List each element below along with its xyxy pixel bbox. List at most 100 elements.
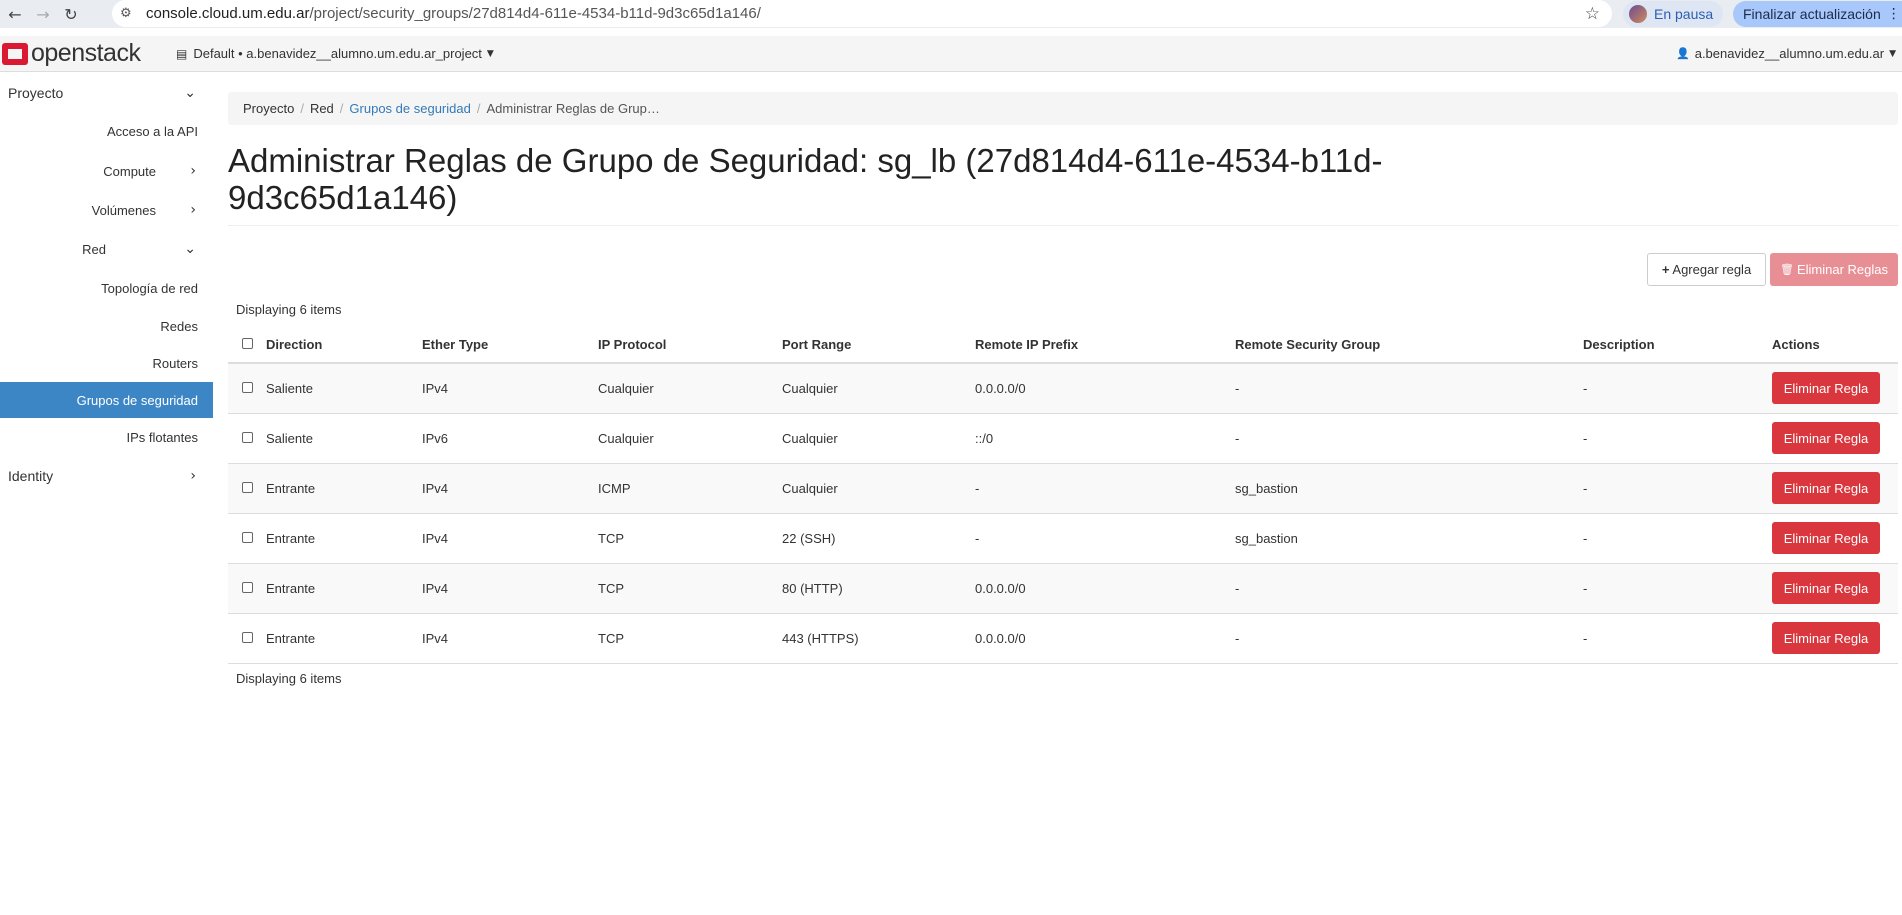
reload-icon[interactable]: ↻ [58, 1, 84, 27]
plus-icon: + [1661, 262, 1670, 277]
cell-remote-ip-prefix: 0.0.0.0/0 [975, 612, 1235, 664]
cell-description: - [1583, 412, 1772, 463]
table-row: Saliente IPv4 Cualquier Cualquier 0.0.0.0/0-… [228, 362, 1898, 413]
cell-ether-type: IPv4 [422, 462, 598, 513]
sidebar-item-volumenes[interactable]: Volúmenes › [0, 190, 213, 230]
project-selector[interactable]: ▤ Default • a.benavidez__alumno.um.edu.a… [176, 46, 494, 61]
add-rule-button[interactable]: + Agregar regla [1647, 253, 1766, 286]
col-ip-protocol[interactable]: IP Protocol [598, 327, 782, 364]
cell-direction: Saliente [266, 362, 422, 413]
cell-remote-ip-prefix: - [975, 462, 1235, 513]
cell-ether-type: IPv4 [422, 512, 598, 563]
url-text[interactable]: console.cloud.um.edu.ar/project/security… [146, 5, 761, 22]
row-checkbox[interactable] [242, 481, 253, 493]
cell-description: - [1583, 512, 1772, 563]
cell-ether-type: IPv4 [422, 612, 598, 664]
openstack-logo-icon [2, 42, 28, 65]
sidebar-item-topologia[interactable]: Topología de red [0, 268, 213, 308]
cell-description: - [1583, 462, 1772, 513]
row-checkbox[interactable] [242, 531, 253, 543]
chevron-down-icon: ⌄ [184, 85, 196, 101]
row-checkbox[interactable] [242, 631, 253, 643]
cell-port-range: Cualquier [782, 362, 975, 413]
delete-rule-button[interactable]: Eliminar Regla [1772, 422, 1880, 454]
cell-port-range: 22 (SSH) [782, 512, 975, 563]
cell-description: - [1583, 362, 1772, 413]
col-remote-ip-prefix[interactable]: Remote IP Prefix [975, 327, 1235, 364]
table-row: Entrante IPv4 TCP 80 (HTTP) 0.0.0.0/0- - Elimi… [228, 562, 1898, 613]
bookmark-star-icon[interactable]: ☆ [1585, 4, 1600, 24]
sidebar-item-routers[interactable]: Routers [0, 345, 213, 382]
cell-ether-type: IPv6 [422, 412, 598, 463]
cell-remote-security-group: - [1235, 362, 1583, 413]
delete-rule-button[interactable]: Eliminar Regla [1772, 522, 1880, 554]
sidebar-item-acceso-api[interactable]: Acceso a la API [0, 110, 213, 152]
breadcrumb-proyecto: Proyecto [243, 101, 295, 116]
item-count-bottom: Displaying 6 items [236, 671, 342, 686]
cell-remote-security-group: sg_bastion [1235, 512, 1583, 563]
table-row: Entrante IPv4 ICMP Cualquier - sg_bastion - Eli… [228, 462, 1898, 513]
breadcrumb-current: Administrar Reglas de Grup… [486, 101, 660, 116]
cell-ether-type: IPv4 [422, 362, 598, 413]
profile-pause-button[interactable]: En pausa [1623, 1, 1723, 27]
delete-rules-button[interactable]: 🗑 Eliminar Reglas [1770, 253, 1898, 286]
cell-port-range: 443 (HTTPS) [782, 612, 975, 664]
sidebar-item-compute[interactable]: Compute › [0, 152, 213, 190]
table-header-row: Direction Ether Type IP Protocol Port Ra… [228, 327, 1898, 364]
row-checkbox[interactable] [242, 381, 253, 393]
sidebar-item-identity[interactable]: Identity › [0, 457, 213, 495]
delete-rule-button[interactable]: Eliminar Regla [1772, 622, 1880, 654]
sidebar-item-red[interactable]: Red ⌄ [0, 230, 213, 268]
rules-table: Direction Ether Type IP Protocol Port Ra… [228, 327, 1898, 664]
kebab-menu-icon[interactable]: ⋮ [1887, 6, 1901, 22]
sidebar-item-ips-flotantes[interactable]: IPs flotantes [0, 418, 213, 457]
cell-port-range: 80 (HTTP) [782, 562, 975, 613]
sidebar-item-redes[interactable]: Redes [0, 308, 213, 345]
top-navbar: openstack ▤ Default • a.benavidez__alumn… [0, 36, 1902, 72]
col-description[interactable]: Description [1583, 327, 1772, 364]
project-selector-label: Default • a.benavidez__alumno.um.edu.ar_… [193, 46, 482, 61]
openstack-logo[interactable]: openstack [2, 39, 141, 68]
chevron-right-icon: › [190, 468, 196, 484]
row-checkbox[interactable] [242, 431, 253, 443]
cell-ether-type: IPv4 [422, 562, 598, 613]
address-bar[interactable]: ⚙ console.cloud.um.edu.ar/project/securi… [112, 0, 1612, 27]
select-all-checkbox[interactable] [242, 338, 253, 349]
col-direction[interactable]: Direction [266, 327, 422, 364]
cell-direction: Saliente [266, 412, 422, 463]
row-checkbox[interactable] [242, 581, 253, 593]
cell-remote-ip-prefix: 0.0.0.0/0 [975, 562, 1235, 613]
user-icon: 👤 [1676, 47, 1690, 60]
user-menu[interactable]: 👤 a.benavidez__alumno.um.edu.ar ▼ [1676, 46, 1896, 61]
breadcrumb: Proyecto / Red / Grupos de seguridad / A… [228, 92, 1898, 125]
cell-remote-ip-prefix: ::/0 [975, 412, 1235, 463]
page-title: Administrar Reglas de Grupo de Seguridad… [228, 142, 1383, 216]
breadcrumb-grupos-seguridad-link[interactable]: Grupos de seguridad [349, 101, 470, 116]
sidebar-item-grupos-seguridad[interactable]: Grupos de seguridad [0, 382, 213, 418]
site-settings-icon[interactable]: ⚙ [120, 6, 140, 21]
forward-arrow-icon[interactable]: → [30, 1, 56, 27]
table-row: Saliente IPv6 Cualquier Cualquier::/0- - Elim… [228, 412, 1898, 463]
chevron-down-icon: ⌄ [184, 241, 196, 257]
cell-description: - [1583, 612, 1772, 664]
browser-toolbar: ← → ↻ ⚙ console.cloud.um.edu.ar/project/… [0, 0, 1902, 28]
finish-update-button[interactable]: Finalizar actualización ⋮ [1733, 1, 1902, 27]
user-menu-label: a.benavidez__alumno.um.edu.ar [1694, 46, 1885, 61]
caret-down-icon: ▼ [1889, 48, 1896, 59]
col-remote-security-group[interactable]: Remote Security Group [1235, 327, 1583, 364]
cell-direction: Entrante [266, 562, 422, 613]
cell-description: - [1583, 562, 1772, 613]
back-arrow-icon[interactable]: ← [2, 1, 28, 27]
chevron-right-icon: › [190, 202, 196, 218]
cell-ip-protocol: TCP [598, 562, 782, 613]
sidebar-item-proyecto[interactable]: Proyecto ⌄ [0, 76, 213, 110]
col-ether-type[interactable]: Ether Type [422, 327, 598, 364]
delete-rule-button[interactable]: Eliminar Regla [1772, 472, 1880, 504]
logo-text: openstack [31, 39, 141, 67]
col-port-range[interactable]: Port Range [782, 327, 975, 364]
delete-rule-button[interactable]: Eliminar Regla [1772, 372, 1880, 405]
cell-ip-protocol: Cualquier [598, 362, 782, 413]
delete-rule-button[interactable]: Eliminar Regla [1772, 572, 1880, 604]
table-row: Entrante IPv4 TCP 443 (HTTPS) 0.0.0.0/0- - Eli… [228, 612, 1898, 664]
trash-icon: 🗑 [1779, 263, 1794, 276]
